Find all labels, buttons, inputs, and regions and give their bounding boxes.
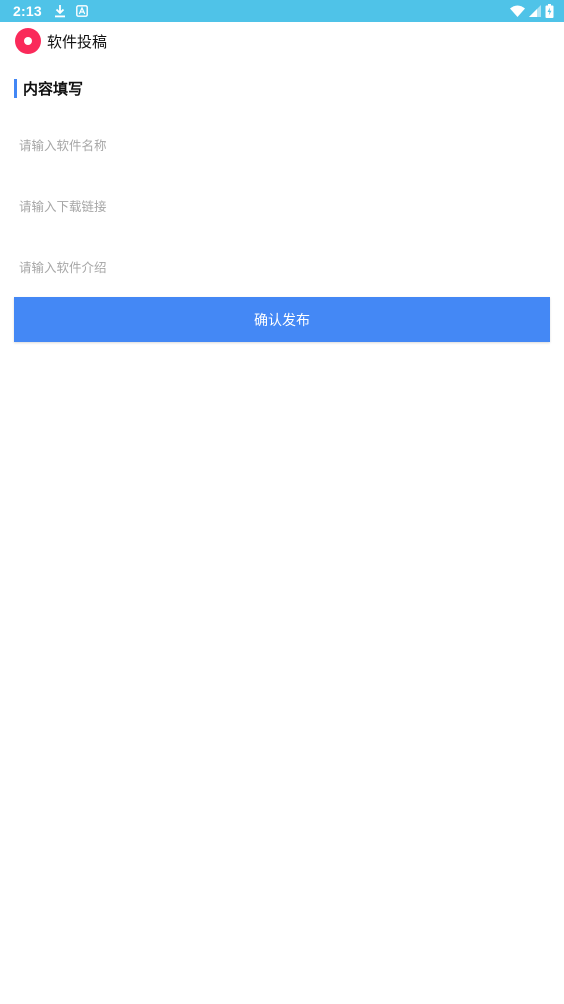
status-bar: 2:13 xyxy=(0,0,564,22)
download-icon xyxy=(54,4,66,18)
software-name-input[interactable] xyxy=(14,125,550,165)
status-time: 2:13 xyxy=(13,3,42,19)
wifi-icon xyxy=(510,5,525,17)
battery-charging-icon xyxy=(545,4,554,18)
status-right-icons xyxy=(510,4,554,18)
signal-icon xyxy=(529,5,541,17)
section-title: 内容填写 xyxy=(23,80,84,98)
download-link-input[interactable] xyxy=(14,186,550,226)
app-title: 软件投稿 xyxy=(47,32,108,51)
app-logo-dot xyxy=(24,37,32,45)
status-left-icons xyxy=(54,4,88,18)
software-intro-input[interactable] xyxy=(14,247,550,287)
section-header: 内容填写 xyxy=(14,79,83,98)
section-accent-bar xyxy=(14,79,17,98)
app-store-icon xyxy=(75,5,88,17)
confirm-publish-label: 确认发布 xyxy=(254,312,310,329)
app-logo-icon xyxy=(15,28,41,54)
app-header: 软件投稿 xyxy=(0,22,564,60)
confirm-publish-button[interactable]: 确认发布 xyxy=(14,297,550,342)
